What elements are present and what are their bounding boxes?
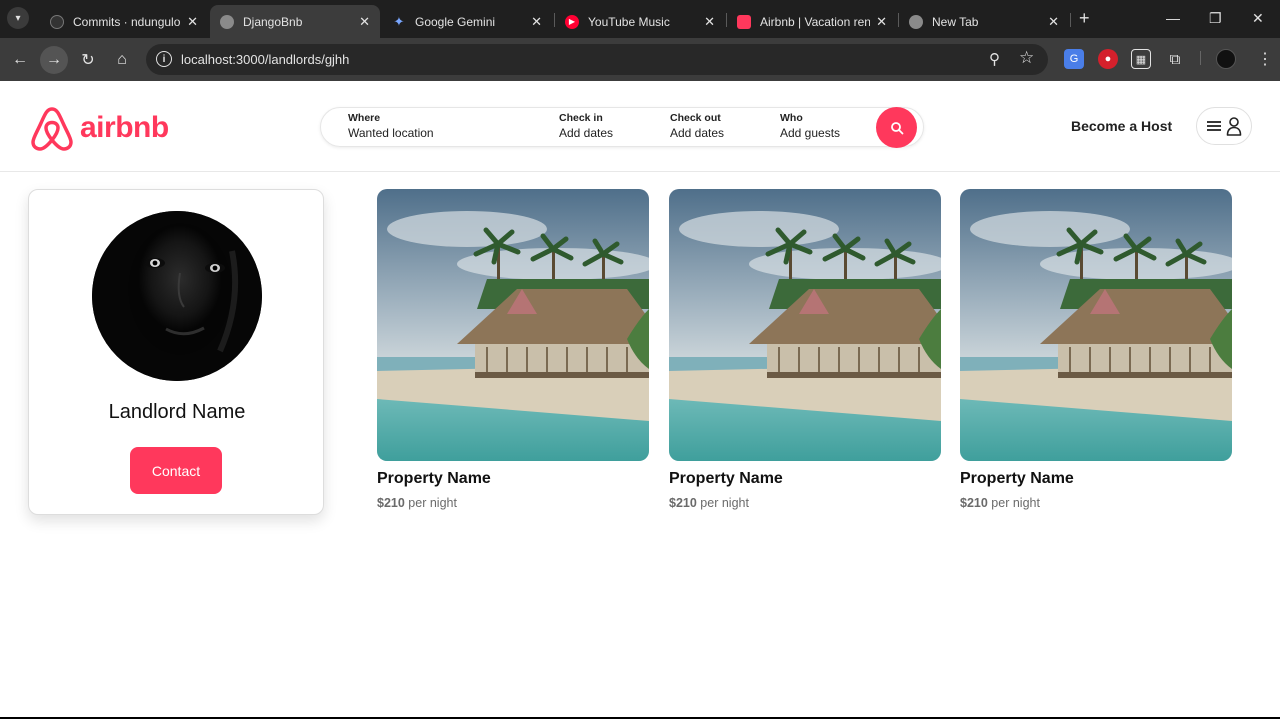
- site-info-icon[interactable]: i: [156, 51, 172, 67]
- back-arrow-icon[interactable]: ←: [6, 46, 34, 74]
- zoom-icon[interactable]: ⚲: [989, 50, 1000, 68]
- chrome-icon: [909, 14, 923, 29]
- landlord-avatar: [92, 211, 262, 381]
- bookmark-star-icon[interactable]: ☆: [1019, 48, 1034, 68]
- menu-kebab-icon[interactable]: ⋮: [1257, 49, 1273, 69]
- property-name[interactable]: Property Name: [377, 470, 649, 488]
- tab-new-tab[interactable]: New Tab ✕: [899, 5, 1069, 38]
- airbnb-icon: [737, 14, 751, 29]
- tab-title: YouTube Music: [588, 14, 670, 29]
- search-icon: [890, 121, 903, 134]
- airbnb-logo[interactable]: airbnb: [30, 105, 169, 151]
- tab-title: Google Gemini: [415, 14, 496, 29]
- price-amount: $210: [377, 496, 405, 510]
- price-amount: $210: [960, 496, 988, 510]
- property-card[interactable]: Property Name $210 per night: [377, 189, 649, 510]
- check-out-field[interactable]: Check out Add dates: [670, 112, 724, 140]
- user-menu-button[interactable]: [1196, 107, 1252, 145]
- tab-title: Commits · ndungulon: [73, 14, 182, 29]
- gemini-icon: ✦: [393, 13, 405, 29]
- property-card[interactable]: Property Name $210 per night: [669, 189, 941, 510]
- reload-icon[interactable]: ↻: [74, 46, 102, 74]
- globe-icon: [220, 14, 234, 29]
- hamburger-menu-icon: [1207, 121, 1221, 131]
- window-close-icon[interactable]: ✕: [1252, 10, 1264, 27]
- property-price: $210 per night: [960, 496, 1232, 510]
- become-a-host-link[interactable]: Become a Host: [1071, 118, 1172, 134]
- property-card[interactable]: Property Name $210 per night: [960, 189, 1232, 510]
- github-icon: [50, 14, 64, 29]
- where-value: Wanted location: [348, 126, 434, 140]
- tab-youtube-music[interactable]: ▶ YouTube Music ✕: [555, 5, 725, 38]
- home-icon[interactable]: ⌂: [108, 46, 136, 74]
- tab-title: DjangoBnb: [243, 14, 303, 29]
- landlord-name: Landlord Name: [108, 401, 246, 423]
- logo-text: airbnb: [80, 111, 169, 144]
- close-icon[interactable]: ✕: [359, 14, 370, 30]
- close-icon[interactable]: ✕: [704, 14, 715, 30]
- close-icon[interactable]: ✕: [187, 14, 198, 30]
- tab-separator: [1070, 13, 1071, 27]
- tab-title: Airbnb | Vacation ren: [760, 14, 871, 29]
- forward-arrow-icon[interactable]: →: [40, 46, 68, 74]
- property-image[interactable]: [960, 189, 1232, 461]
- where-field[interactable]: Where Wanted location: [348, 112, 434, 140]
- property-image[interactable]: [377, 189, 649, 461]
- check-out-label: Check out: [670, 112, 721, 124]
- price-unit: per night: [700, 496, 749, 510]
- browser-toolbar: ← → ↻ ⌂ i localhost:3000/landlords/gjhh …: [0, 38, 1280, 81]
- tab-search-icon[interactable]: ▾: [7, 7, 29, 29]
- property-image[interactable]: [669, 189, 941, 461]
- tab-title: New Tab: [932, 14, 979, 29]
- close-icon[interactable]: ✕: [531, 14, 542, 30]
- who-field[interactable]: Who Add guests: [780, 112, 840, 140]
- restore-icon[interactable]: ❐: [1209, 10, 1222, 27]
- who-label: Who: [780, 112, 803, 124]
- minimize-icon[interactable]: —: [1166, 10, 1180, 26]
- tab-commits[interactable]: Commits · ndungulon ✕: [40, 5, 208, 38]
- airbnb-belo-icon: [31, 107, 73, 151]
- property-name[interactable]: Property Name: [960, 470, 1232, 488]
- property-name[interactable]: Property Name: [669, 470, 941, 488]
- user-icon: [1226, 117, 1242, 136]
- google-translate-icon[interactable]: G: [1064, 49, 1084, 69]
- landlord-card: Landlord Name Contact: [28, 189, 324, 515]
- browser-tab-strip: ▾ Commits · ndungulon ✕ DjangoBnb ✕ ✦ Go…: [0, 0, 1280, 38]
- address-bar[interactable]: i localhost:3000/landlords/gjhh: [146, 44, 1048, 75]
- tab-gemini[interactable]: ✦ Google Gemini ✕: [382, 5, 552, 38]
- site-header: airbnb Where Wanted location Check in Ad…: [0, 81, 1280, 172]
- price-unit: per night: [991, 496, 1040, 510]
- address-bar-url[interactable]: localhost:3000/landlords/gjhh: [181, 52, 349, 67]
- property-price: $210 per night: [669, 496, 941, 510]
- check-in-value: Add dates: [559, 126, 614, 140]
- extensions-puzzle-icon[interactable]: ⧉: [1165, 49, 1185, 69]
- search-button[interactable]: [876, 107, 917, 148]
- tab-airbnb[interactable]: Airbnb | Vacation ren ✕: [727, 5, 897, 38]
- price-amount: $210: [669, 496, 697, 510]
- contact-button[interactable]: Contact: [130, 447, 222, 494]
- tab-djangobnb[interactable]: DjangoBnb ✕: [210, 5, 380, 38]
- check-in-label: Check in: [559, 112, 603, 124]
- property-price: $210 per night: [377, 496, 649, 510]
- close-icon[interactable]: ✕: [876, 14, 887, 30]
- landlord-photo: [92, 211, 262, 381]
- close-icon[interactable]: ✕: [1048, 14, 1059, 30]
- price-unit: per night: [408, 496, 457, 510]
- qr-code-icon[interactable]: ▦: [1131, 49, 1151, 69]
- new-tab-button[interactable]: +: [1079, 9, 1090, 27]
- search-bar[interactable]: Where Wanted location Check in Add dates…: [320, 107, 924, 148]
- where-label: Where: [348, 112, 381, 124]
- extension-red-icon[interactable]: ●: [1098, 49, 1118, 69]
- check-out-value: Add dates: [670, 126, 725, 140]
- profile-avatar-icon[interactable]: [1216, 49, 1236, 69]
- toolbar-separator: [1200, 51, 1201, 65]
- youtube-music-icon: ▶: [565, 14, 579, 29]
- who-value: Add guests: [780, 126, 841, 140]
- check-in-field[interactable]: Check in Add dates: [559, 112, 613, 140]
